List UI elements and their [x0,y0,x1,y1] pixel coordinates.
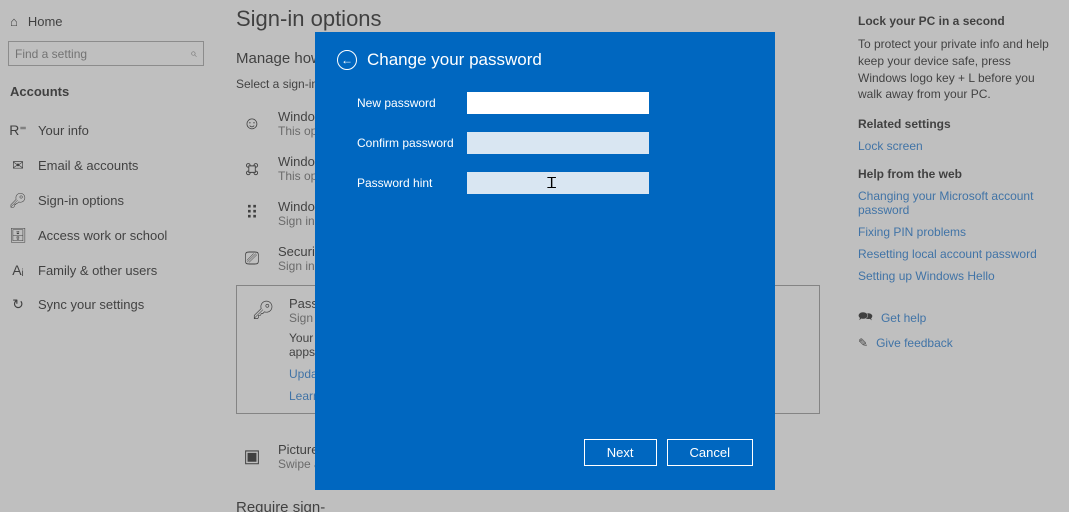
require-heading: Require sign- [236,499,820,512]
confirm-password-input[interactable] [467,132,649,154]
next-button[interactable]: Next [584,439,657,466]
give-feedback-link[interactable]: ✎ Give feedback [858,336,1055,350]
help-link-ms-password[interactable]: Changing your Microsoft account password [858,189,1055,217]
sidebar-item-sign-in-options[interactable]: 🔑︎Sign-in options [0,183,212,218]
home-button[interactable]: ⌂ Home [0,8,212,35]
back-button[interactable]: ← [337,50,357,70]
people-icon: Aᵢ [10,262,26,278]
home-icon: ⌂ [10,14,18,29]
text-cursor-icon: Ꮖ [547,175,557,192]
password-hint-label: Password hint [357,176,467,190]
sidebar-item-family-users[interactable]: AᵢFamily & other users [0,253,212,287]
help-icon: 🗪 [858,307,873,328]
mail-icon: ✉ [10,157,26,174]
face-icon: ☺ [240,112,264,136]
sidebar-section-title: Accounts [0,76,212,113]
cancel-button[interactable]: Cancel [667,439,753,466]
key-alt-icon: 🔑︎ [251,299,275,323]
lock-heading: Lock your PC in a second [858,14,1055,28]
new-password-input[interactable] [467,92,649,114]
search-input[interactable]: Find a setting ⌕ [8,41,204,66]
lock-screen-link[interactable]: Lock screen [858,139,1055,153]
related-heading: Related settings [858,117,1055,131]
sidebar-item-sync-settings[interactable]: ↻Sync your settings [0,287,212,322]
get-help-link[interactable]: 🗪 Get help [858,307,1055,328]
pin-icon: ⠿ [240,202,264,226]
sidebar: ⌂ Home Find a setting ⌕ Accounts R⁼Your … [0,0,212,512]
usb-icon: ⎚ [240,247,264,271]
sync-icon: ↻ [10,296,26,313]
page-title: Sign-in options [236,6,820,32]
sidebar-item-access-work-school[interactable]: 🗄︎Access work or school [0,218,212,253]
modal-header: ← Change your password [337,50,753,70]
feedback-icon: ✎ [858,336,868,350]
sidebar-item-email-accounts[interactable]: ✉Email & accounts [0,148,212,183]
change-password-modal: ← Change your password New password Conf… [315,32,775,490]
help-link-hello[interactable]: Setting up Windows Hello [858,269,1055,283]
help-link-reset[interactable]: Resetting local account password [858,247,1055,261]
password-hint-input[interactable] [467,172,649,194]
search-placeholder: Find a setting [15,47,87,61]
lock-text: To protect your private info and help ke… [858,36,1055,103]
search-icon: ⌕ [190,46,197,61]
right-sidebar: Lock your PC in a second To protect your… [844,0,1069,512]
person-icon: R⁼ [10,122,26,139]
new-password-label: New password [357,96,467,110]
home-label: Home [28,14,63,29]
help-heading: Help from the web [858,167,1055,181]
help-link-pin[interactable]: Fixing PIN problems [858,225,1055,239]
sidebar-item-your-info[interactable]: R⁼Your info [0,113,212,148]
fingerprint-icon: 𖣀 [240,157,264,181]
briefcase-icon: 🗄︎ [10,227,26,244]
key-icon: 🔑︎ [10,192,26,209]
modal-title: Change your password [367,50,542,70]
confirm-password-label: Confirm password [357,136,467,150]
picture-icon: ▣ [240,445,264,469]
